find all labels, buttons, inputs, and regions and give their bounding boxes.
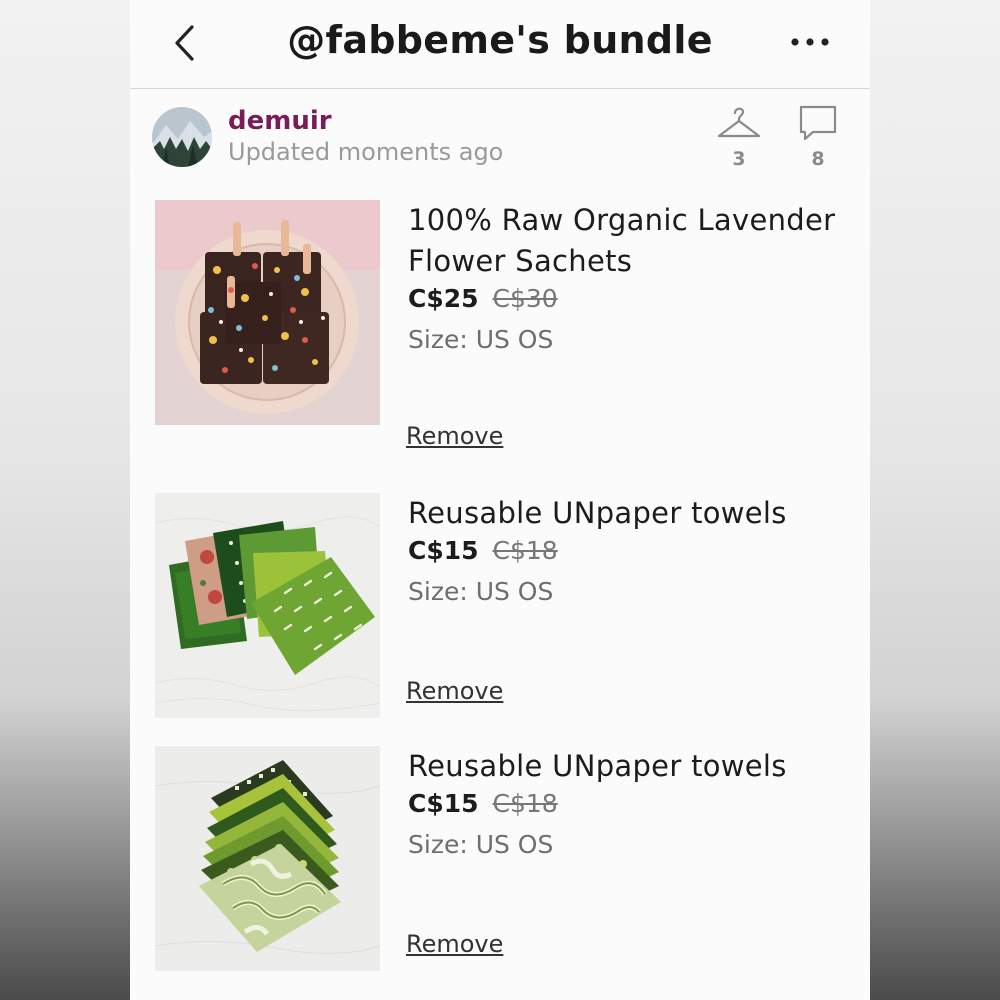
price-row: C$25 C$30 — [408, 284, 848, 313]
bundle-item: Reusable UNpaper towels C$15 C$18 Size: … — [155, 493, 855, 723]
item-original-price: C$18 — [492, 789, 558, 818]
updated-status: Updated moments ago — [228, 138, 504, 166]
comments-count: 8 — [811, 148, 825, 170]
towels-photo — [155, 746, 380, 971]
item-info: Reusable UNpaper towels C$15 C$18 Size: … — [408, 493, 848, 606]
item-thumbnail[interactable] — [155, 493, 380, 718]
hanger-icon — [717, 107, 761, 138]
item-price: C$25 — [408, 284, 479, 313]
towels-photo — [155, 493, 380, 718]
item-title[interactable]: Reusable UNpaper towels — [408, 493, 848, 534]
seller-row: demuir Updated moments ago 3 8 — [152, 104, 852, 174]
item-size: Size: US OS — [408, 577, 554, 606]
bundle-item: 100% Raw Organic Lavender Flower Sachets… — [155, 200, 855, 450]
item-price: C$15 — [408, 536, 479, 565]
item-price: C$15 — [408, 789, 479, 818]
comment-icon — [799, 105, 837, 141]
item-original-price: C$18 — [492, 536, 558, 565]
remove-link[interactable]: Remove — [406, 930, 503, 958]
remove-link[interactable]: Remove — [406, 677, 503, 705]
background-right — [870, 0, 1000, 1000]
item-thumbnail[interactable] — [155, 746, 380, 971]
avatar-image — [152, 107, 212, 167]
item-title[interactable]: 100% Raw Organic Lavender Flower Sachets — [408, 200, 848, 282]
item-info: Reusable UNpaper towels C$15 C$18 Size: … — [408, 746, 848, 859]
item-size: Size: US OS — [408, 325, 554, 354]
more-dots-icon — [791, 38, 829, 46]
seller-username[interactable]: demuir — [228, 106, 332, 136]
remove-link[interactable]: Remove — [406, 422, 503, 450]
sachets-photo — [155, 200, 380, 425]
bundle-screen: @fabbeme's bundle demuir Updated moments… — [130, 0, 870, 1000]
item-size: Size: US OS — [408, 830, 554, 859]
likes-count: 3 — [732, 148, 746, 170]
bundle-item: Reusable UNpaper towels C$15 C$18 Size: … — [155, 746, 855, 976]
item-thumbnail[interactable] — [155, 200, 380, 425]
header-bar: @fabbeme's bundle — [130, 0, 870, 89]
background-left — [0, 0, 130, 1000]
price-row: C$15 C$18 — [408, 536, 848, 565]
comments-stat[interactable]: 8 — [793, 104, 843, 170]
likes-stat[interactable]: 3 — [714, 104, 764, 170]
item-title[interactable]: Reusable UNpaper towels — [408, 746, 848, 787]
page-title: @fabbeme's bundle — [287, 18, 713, 62]
item-original-price: C$30 — [492, 284, 558, 313]
avatar[interactable] — [152, 107, 212, 167]
item-info: 100% Raw Organic Lavender Flower Sachets… — [408, 200, 848, 354]
more-options-button[interactable] — [780, 22, 840, 62]
price-row: C$15 C$18 — [408, 789, 848, 818]
